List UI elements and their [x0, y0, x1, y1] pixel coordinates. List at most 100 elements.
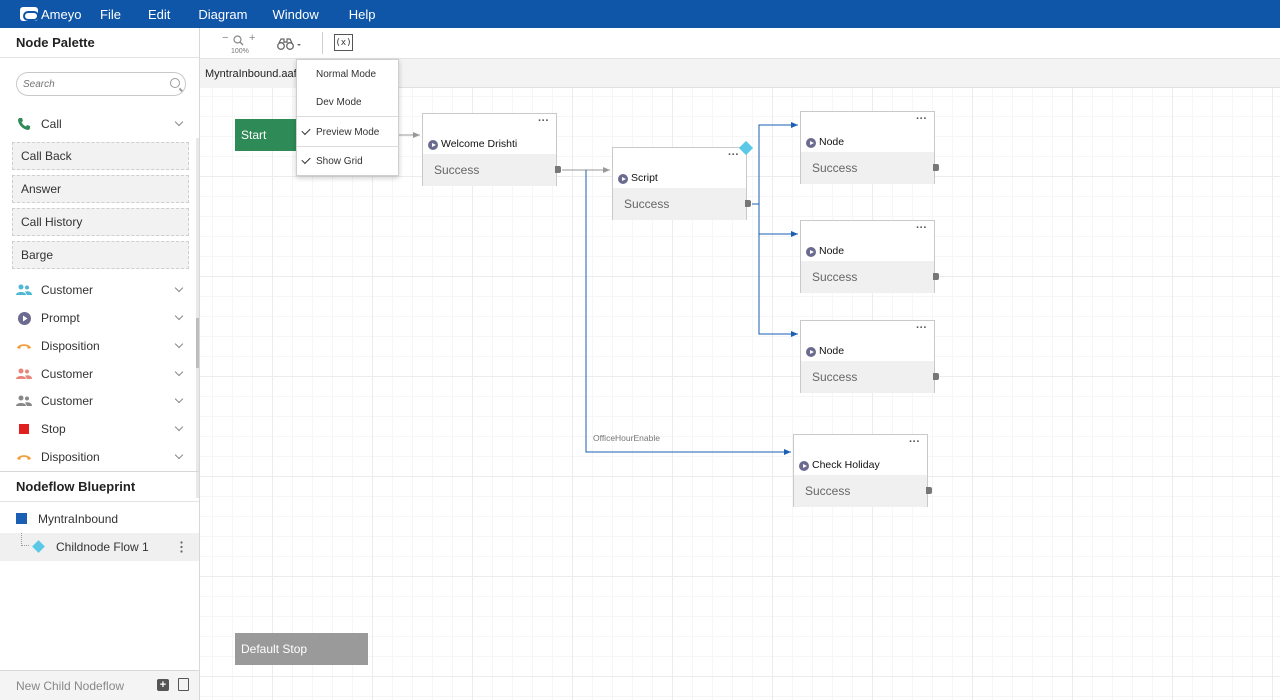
menu-help[interactable]: Help	[349, 7, 376, 22]
zoom-in-button[interactable]: +	[249, 32, 255, 44]
chevron-down-icon[interactable]	[174, 422, 184, 432]
chevron-down-icon[interactable]	[174, 367, 184, 377]
play-circle-icon	[806, 247, 816, 257]
menu-item-preview-mode[interactable]: Preview Mode	[297, 118, 398, 147]
menu-edit[interactable]: Edit	[148, 7, 170, 22]
palette-item-call-history[interactable]: Call History	[12, 208, 189, 236]
node-palette: Call Call Back Answer Call History Barge…	[0, 110, 196, 470]
palette-group-call[interactable]: Call	[0, 111, 196, 137]
palette-group-customer-3[interactable]: Customer	[0, 388, 196, 414]
output-port[interactable]	[933, 373, 939, 380]
users-icon	[16, 394, 32, 408]
palette-group-label: Disposition	[41, 339, 100, 353]
menu-item-show-grid[interactable]: Show Grid	[297, 147, 398, 176]
node-title: Script	[631, 172, 658, 184]
palette-item-answer[interactable]: Answer	[12, 175, 189, 203]
palette-group-label: Disposition	[41, 450, 100, 464]
menu-file[interactable]: File	[100, 7, 121, 22]
node-menu-icon[interactable]: ···	[916, 322, 927, 334]
node-output: Success	[613, 188, 746, 220]
play-circle-icon	[806, 138, 816, 148]
play-circle-icon	[799, 461, 809, 471]
output-port[interactable]	[555, 166, 561, 173]
node-menu-icon[interactable]: ···	[728, 149, 739, 161]
palette-group-customer[interactable]: Customer	[0, 277, 196, 303]
node-title: Node	[819, 136, 845, 148]
palette-search[interactable]	[16, 72, 186, 96]
flow-node-welcome-drishti[interactable]: ··· Welcome Drishti Success	[422, 113, 561, 186]
chevron-down-icon[interactable]	[174, 339, 184, 349]
chevron-down-icon[interactable]	[174, 311, 184, 321]
users-icon	[16, 283, 32, 297]
menu-window[interactable]: Window	[272, 7, 318, 22]
flow-node-node-1[interactable]: ··· Node Success	[800, 111, 939, 184]
app-name: Ameyo	[41, 6, 82, 22]
blueprint-item-childnode-flow[interactable]: Childnode Flow 1	[0, 533, 199, 561]
output-port[interactable]	[745, 200, 751, 207]
zoom-control: − + 100%	[222, 32, 258, 56]
square-icon	[16, 513, 27, 524]
chevron-down-icon[interactable]	[174, 394, 184, 404]
checkmark-icon	[301, 125, 311, 136]
search-icon[interactable]	[170, 78, 180, 88]
flow-node-node-3[interactable]: ··· Node Success	[800, 320, 939, 393]
variables-button[interactable]: (x)	[334, 34, 353, 51]
node-output: Success	[794, 475, 927, 507]
toolbar: − + 100% (x)	[200, 28, 1280, 59]
palette-group-stop[interactable]: Stop	[0, 416, 196, 442]
scrollbar-thumb[interactable]	[196, 318, 199, 368]
blueprint-item-label: MyntraInbound	[38, 512, 119, 526]
output-port[interactable]	[933, 273, 939, 280]
palette-group-prompt[interactable]: Prompt	[0, 305, 196, 331]
menu-diagram[interactable]: Diagram	[198, 7, 247, 22]
palette-group-label: Customer	[41, 283, 94, 297]
tab-myntrainbound[interactable]: MyntraInbound.aaf	[200, 59, 297, 88]
palette-group-disposition-2[interactable]: Disposition	[0, 444, 196, 470]
palette-item-barge[interactable]: Barge	[12, 241, 189, 269]
flow-node-check-holiday[interactable]: ··· Check Holiday Success	[793, 434, 932, 507]
palette-item-call-back[interactable]: Call Back	[12, 142, 189, 170]
zoom-out-button[interactable]: −	[222, 32, 228, 44]
chevron-down-icon[interactable]	[174, 117, 184, 127]
chevron-down-icon[interactable]	[174, 450, 184, 460]
new-child-nodeflow-label[interactable]: New Child Nodeflow	[16, 679, 124, 693]
blueprint-item-label: Childnode Flow 1	[56, 540, 149, 554]
tree-connector	[21, 533, 29, 546]
palette-group-disposition[interactable]: Disposition	[0, 333, 196, 359]
blueprint-item-myntrainbound[interactable]: MyntraInbound	[0, 505, 199, 533]
node-output: Success	[801, 152, 934, 184]
node-menu-icon[interactable]: ···	[909, 436, 920, 448]
view-mode-menu: Normal Mode Dev Mode Preview Mode Show G…	[296, 59, 399, 176]
menu-item-normal-mode[interactable]: Normal Mode	[297, 60, 398, 89]
palette-group-label: Stop	[41, 422, 66, 436]
default-stop-node[interactable]: Default Stop	[235, 633, 368, 665]
output-port[interactable]	[933, 164, 939, 171]
flow-node-node-2[interactable]: ··· Node Success	[800, 220, 939, 293]
palette-scrollbar[interactable]	[196, 138, 199, 498]
node-menu-icon[interactable]: ···	[538, 115, 549, 127]
ameyo-logo: Ameyo	[20, 7, 100, 22]
phone-icon	[16, 117, 32, 131]
palette-group-customer-2[interactable]: Customer	[0, 361, 196, 387]
flow-node-script[interactable]: ··· Script Success	[612, 147, 751, 220]
node-menu-icon[interactable]: ···	[916, 222, 927, 234]
node-title: Welcome Drishti	[441, 138, 518, 150]
palette-group-label: Customer	[41, 394, 94, 408]
chevron-down-icon[interactable]	[174, 283, 184, 293]
binoculars-icon[interactable]	[277, 37, 301, 50]
default-stop-label: Default Stop	[241, 642, 308, 656]
more-vertical-icon[interactable]	[180, 541, 183, 553]
zoom-icon[interactable]	[233, 35, 244, 49]
edge-label: OfficeHourEnable	[593, 433, 660, 443]
play-circle-icon	[428, 140, 438, 150]
start-label: Start	[241, 128, 267, 142]
node-menu-icon[interactable]: ···	[916, 113, 927, 125]
add-icon[interactable]: +	[157, 679, 169, 691]
menu-item-label: Normal Mode	[316, 69, 377, 80]
palette-group-label: Prompt	[41, 311, 80, 325]
left-panel: Node Palette Call Call Back Answer Call …	[0, 28, 200, 700]
copy-document-icon[interactable]	[178, 678, 189, 691]
output-port[interactable]	[926, 487, 932, 494]
palette-search-input[interactable]	[23, 73, 163, 95]
menu-item-dev-mode[interactable]: Dev Mode	[297, 88, 398, 117]
